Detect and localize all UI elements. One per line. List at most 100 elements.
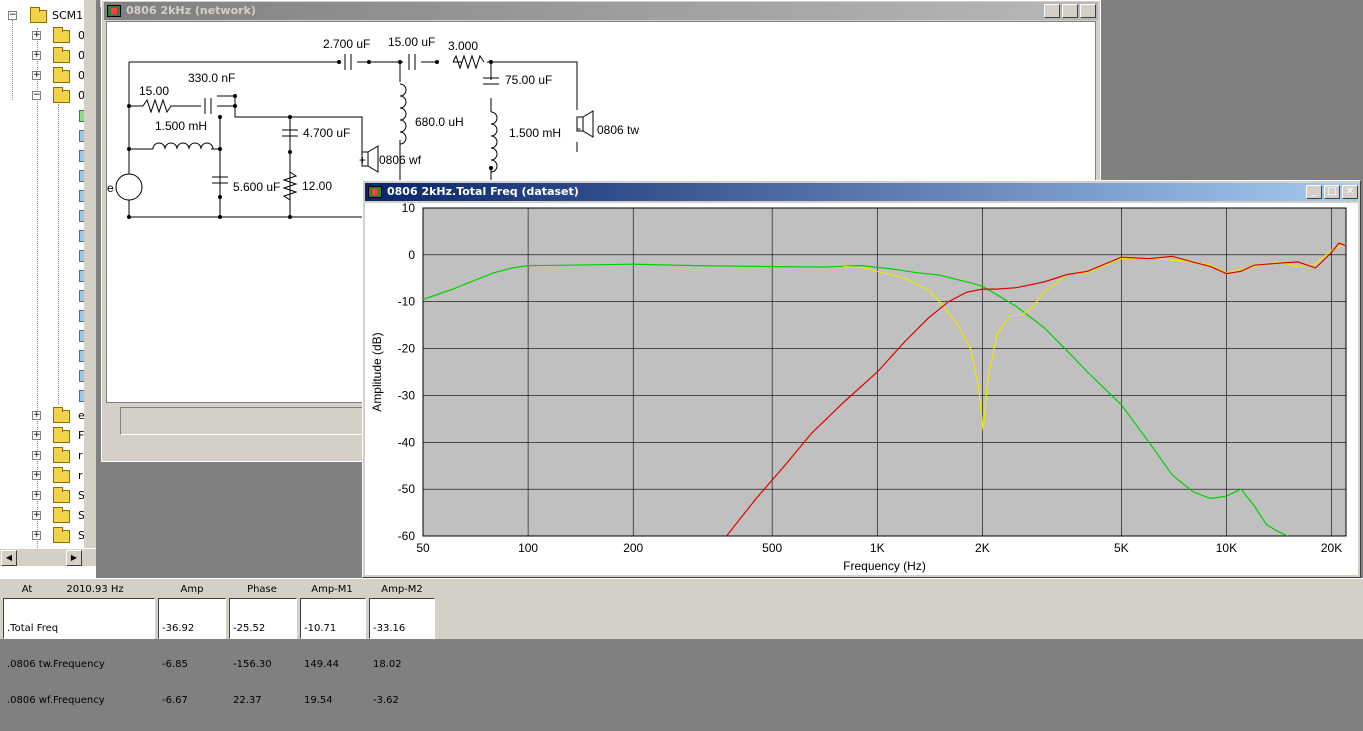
expand-icon[interactable]: + [32,51,41,60]
scroll-left-icon[interactable]: ◀ [1,550,17,566]
expand-icon[interactable]: + [32,511,41,520]
project-tree: − SCM1 + 0 + 0 + 0 − 0 + e + F + r + r +… [0,0,98,578]
c-series-2-label: 15.00 uF [388,35,435,49]
tree-item-label: r [78,449,83,462]
folder-icon [53,427,70,443]
y-tick-label: -30 [398,388,416,402]
amp-m2-header: Amp-M2 [381,584,423,595]
app-icon [368,186,382,198]
amp-m2-value: -33.16 [373,623,406,634]
amp-values-box: -36.92 -6.85 -6.67 [158,598,226,706]
amp-value: -6.85 [162,659,188,670]
app-icon [107,5,121,17]
trace-names-box: .Total Freq .0806 tw.Frequency .0806 wf.… [3,598,155,706]
amp-m2-value: -3.62 [373,695,399,706]
expand-icon[interactable]: + [32,431,41,440]
graph-window-title: 0806 2kHz.Total Freq (dataset) [387,185,579,198]
c-shunt-wf-label: 5.600 uF [233,180,280,194]
close-icon[interactable]: ✕ [1080,4,1096,18]
trace-name: .0806 wf.Frequency [7,695,105,706]
phase-value: -156.30 [233,659,272,670]
l-woofer-label: 1.500 mH [155,119,207,133]
r-series-label: 3.000 [448,39,478,53]
x-tick-label: 200 [623,541,643,555]
expand-icon[interactable]: + [32,411,41,420]
y-tick-label: -10 [398,295,416,309]
amp-m1-value: 19.54 [304,695,333,706]
folder-icon [53,507,70,523]
close-icon[interactable]: ✕ [1342,185,1358,199]
expand-icon[interactable]: + [32,531,41,540]
amp-value: -36.92 [162,623,195,634]
tweeter-label: 0806 tw [597,123,639,137]
plot-background [422,207,1347,537]
plus-label: + [359,153,366,167]
graph-area[interactable]: 50 100 200 500 1K 2K 5K 10K 20K 10 0 -10 -20 -30 -40 -5… [365,203,1358,575]
tree-root-label: SCM1 [52,9,84,22]
amp-value: -6.67 [162,695,188,706]
x-tick-label: 10K [1216,541,1237,555]
source-label: e [107,181,114,195]
collapse-icon[interactable]: − [32,91,41,100]
x-tick-label: 50 [416,541,430,555]
folder-icon [53,447,70,463]
folder-icon [53,487,70,503]
tree-item-label: r [78,469,83,482]
network-status-area [120,407,380,435]
amp-header: Amp [180,584,204,595]
minimize-icon[interactable]: _ [1306,185,1322,199]
phase-header: Phase [247,584,277,595]
y-tick-label: 10 [402,203,416,215]
y-tick-label: -50 [398,482,416,496]
at-value: 2010.93 Hz [66,584,124,595]
phase-value: -25.52 [233,623,266,634]
x-tick-label: 500 [762,541,782,555]
expand-icon[interactable]: + [32,491,41,500]
tree-horizontal-scrollbar[interactable]: ◀ ▶ [0,548,96,566]
minimize-icon[interactable]: _ [1044,4,1060,18]
folder-icon [53,47,70,63]
amp-m1-value: 149.44 [304,659,339,670]
x-tick-label: 2K [975,541,990,555]
tree-line [58,104,59,404]
amp-m2-value: 18.02 [373,659,402,670]
expand-icon[interactable]: + [32,71,41,80]
amp-m1-values-box: -10.71 149.44 19.54 [300,598,366,706]
trace-name: .Total Freq [7,623,59,634]
folder-icon [53,407,70,423]
trace-name: .0806 tw.Frequency [7,659,105,670]
folder-icon [53,87,70,103]
maximize-icon[interactable]: □ [1062,4,1078,18]
x-tick-label: 1K [870,541,885,555]
frequency-chart[interactable]: 50 100 200 500 1K 2K 5K 10K 20K100-10-20-30-40-5… [365,203,1358,575]
source-icon[interactable] [115,173,143,201]
graph-window-titlebar[interactable]: 0806 2kHz.Total Freq (dataset) _ □ ✕ [365,183,1358,201]
expand-icon[interactable]: + [32,471,41,480]
y-tick-label: 0 [408,248,415,262]
x-tick-label: 20K [1321,541,1342,555]
x-axis-label: Frequency (Hz) [843,559,926,573]
amp-m2-values-box: -33.16 18.02 -3.62 [369,598,435,706]
network-window-titlebar[interactable]: 0806 2kHz (network) _ □ ✕ [104,2,1098,20]
graph-window[interactable]: 0806 2kHz.Total Freq (dataset) _ □ ✕ 50 1… [362,180,1361,578]
expand-icon[interactable]: + [32,451,41,460]
folder-icon [53,467,70,483]
c-notch-label: 330.0 nF [188,71,235,85]
tree-vertical-scrollbar[interactable] [84,0,96,548]
at-label: At [21,584,33,595]
expand-icon[interactable]: + [32,31,41,40]
folder-icon [53,27,70,43]
y-tick-label: -60 [398,529,416,543]
cursor-readout-panel: At 2010.93 Hz Amp Phase Amp-M1 Amp-M2 .T… [0,578,1363,706]
y-axis-label: Amplitude (dB) [370,332,384,411]
phase-values-box: -25.52 -156.30 22.37 [229,598,297,706]
folder-icon [53,67,70,83]
c-shunt-tw-label: 75.00 uF [505,73,552,87]
x-tick-label: 100 [518,541,538,555]
maximize-icon[interactable]: □ [1324,185,1340,199]
network-window-title: 0806 2kHz (network) [126,4,256,17]
r-zobel-label: 12.00 [302,179,332,193]
collapse-icon[interactable]: − [8,11,17,20]
scroll-right-icon[interactable]: ▶ [66,550,82,566]
amp-m1-header: Amp-M1 [311,584,353,595]
